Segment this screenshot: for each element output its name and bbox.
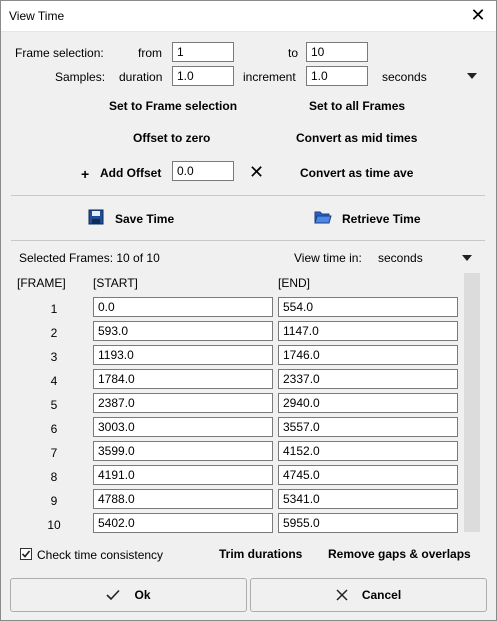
check-icon	[106, 589, 121, 601]
frame-number: 9	[50, 494, 58, 508]
convert-mid-times-button[interactable]: Convert as mid times	[296, 131, 417, 145]
start-time-input[interactable]	[93, 513, 273, 533]
end-time-input[interactable]	[278, 489, 458, 509]
increment-input[interactable]	[306, 66, 368, 86]
view-time-dialog: View Time ✕ Frame selection: from to Sam…	[0, 0, 497, 621]
divider	[11, 195, 485, 196]
cancel-button[interactable]: Cancel	[250, 578, 487, 612]
cancel-label: Cancel	[361, 588, 402, 602]
increment-label: increment	[243, 70, 296, 84]
frame-number: 8	[50, 470, 58, 484]
start-time-input[interactable]	[93, 465, 273, 485]
table-scrollbar[interactable]	[464, 273, 480, 532]
ok-button[interactable]: Ok	[10, 578, 247, 612]
end-time-input[interactable]	[278, 321, 458, 341]
duration-label: duration	[119, 70, 163, 84]
start-time-input[interactable]	[93, 297, 273, 317]
add-offset-input[interactable]	[172, 161, 234, 181]
close-icon[interactable]: ✕	[468, 5, 488, 25]
view-time-label: View time in:	[294, 251, 362, 265]
start-time-input[interactable]	[93, 393, 273, 413]
from-label: from	[138, 46, 162, 60]
frame-number: 7	[50, 446, 58, 460]
from-input[interactable]	[172, 42, 234, 62]
trim-durations-button[interactable]: Trim durations	[219, 547, 302, 561]
frame-number: 2	[50, 326, 58, 340]
end-time-input[interactable]	[278, 369, 458, 389]
samples-unit-dropdown[interactable]: seconds	[382, 70, 427, 84]
frame-number: 1	[50, 302, 58, 316]
frame-number: 3	[50, 350, 58, 364]
check-time-consistency-checkbox[interactable]	[20, 548, 32, 560]
start-time-input[interactable]	[93, 489, 273, 509]
column-header-start: [START]	[93, 276, 138, 290]
frame-selection-label: Frame selection:	[15, 46, 104, 60]
window-title: View Time	[9, 9, 65, 23]
ok-label: Ok	[134, 588, 151, 602]
divider	[11, 240, 485, 241]
end-time-input[interactable]	[278, 345, 458, 365]
column-header-frame: [FRAME]	[17, 276, 66, 290]
end-time-input[interactable]	[278, 441, 458, 461]
end-time-input[interactable]	[278, 393, 458, 413]
frame-number: 5	[50, 398, 58, 412]
add-offset-button[interactable]: Add Offset	[100, 166, 161, 180]
convert-time-ave-button[interactable]: Convert as time ave	[300, 166, 413, 180]
start-time-input[interactable]	[93, 345, 273, 365]
end-time-input[interactable]	[278, 513, 458, 533]
set-to-all-frames-button[interactable]: Set to all Frames	[309, 99, 405, 113]
offset-to-zero-button[interactable]: Offset to zero	[133, 131, 210, 145]
end-time-input[interactable]	[278, 417, 458, 437]
end-time-input[interactable]	[278, 297, 458, 317]
view-time-unit-dropdown[interactable]: seconds	[378, 251, 423, 265]
end-time-input[interactable]	[278, 465, 458, 485]
clear-offset-icon[interactable]: ✕	[249, 162, 264, 183]
check-time-consistency-label[interactable]: Check time consistency	[37, 548, 163, 562]
start-time-input[interactable]	[93, 441, 273, 461]
save-time-button[interactable]: Save Time	[115, 212, 174, 226]
start-time-input[interactable]	[93, 417, 273, 437]
selected-frames-count: Selected Frames: 10 of 10	[19, 251, 160, 265]
chevron-down-icon[interactable]	[462, 255, 472, 261]
start-time-input[interactable]	[93, 369, 273, 389]
start-time-input[interactable]	[93, 321, 273, 341]
folder-open-icon[interactable]	[314, 209, 332, 228]
chevron-down-icon[interactable]	[467, 73, 477, 79]
samples-label: Samples:	[55, 70, 106, 84]
to-label: to	[288, 46, 299, 60]
plus-icon[interactable]: +	[81, 166, 89, 182]
frame-number: 6	[50, 422, 58, 436]
set-to-frame-selection-button[interactable]: Set to Frame selection	[109, 99, 237, 113]
frame-number: 10	[47, 518, 61, 532]
save-icon[interactable]	[88, 209, 104, 228]
retrieve-time-button[interactable]: Retrieve Time	[342, 212, 421, 226]
title-bar: View Time ✕	[1, 1, 496, 32]
close-icon	[336, 589, 348, 601]
column-header-end: [END]	[278, 276, 311, 290]
duration-input[interactable]	[172, 66, 234, 86]
remove-gaps-button[interactable]: Remove gaps & overlaps	[328, 547, 471, 561]
frame-number: 4	[50, 374, 58, 388]
to-input[interactable]	[306, 42, 368, 62]
